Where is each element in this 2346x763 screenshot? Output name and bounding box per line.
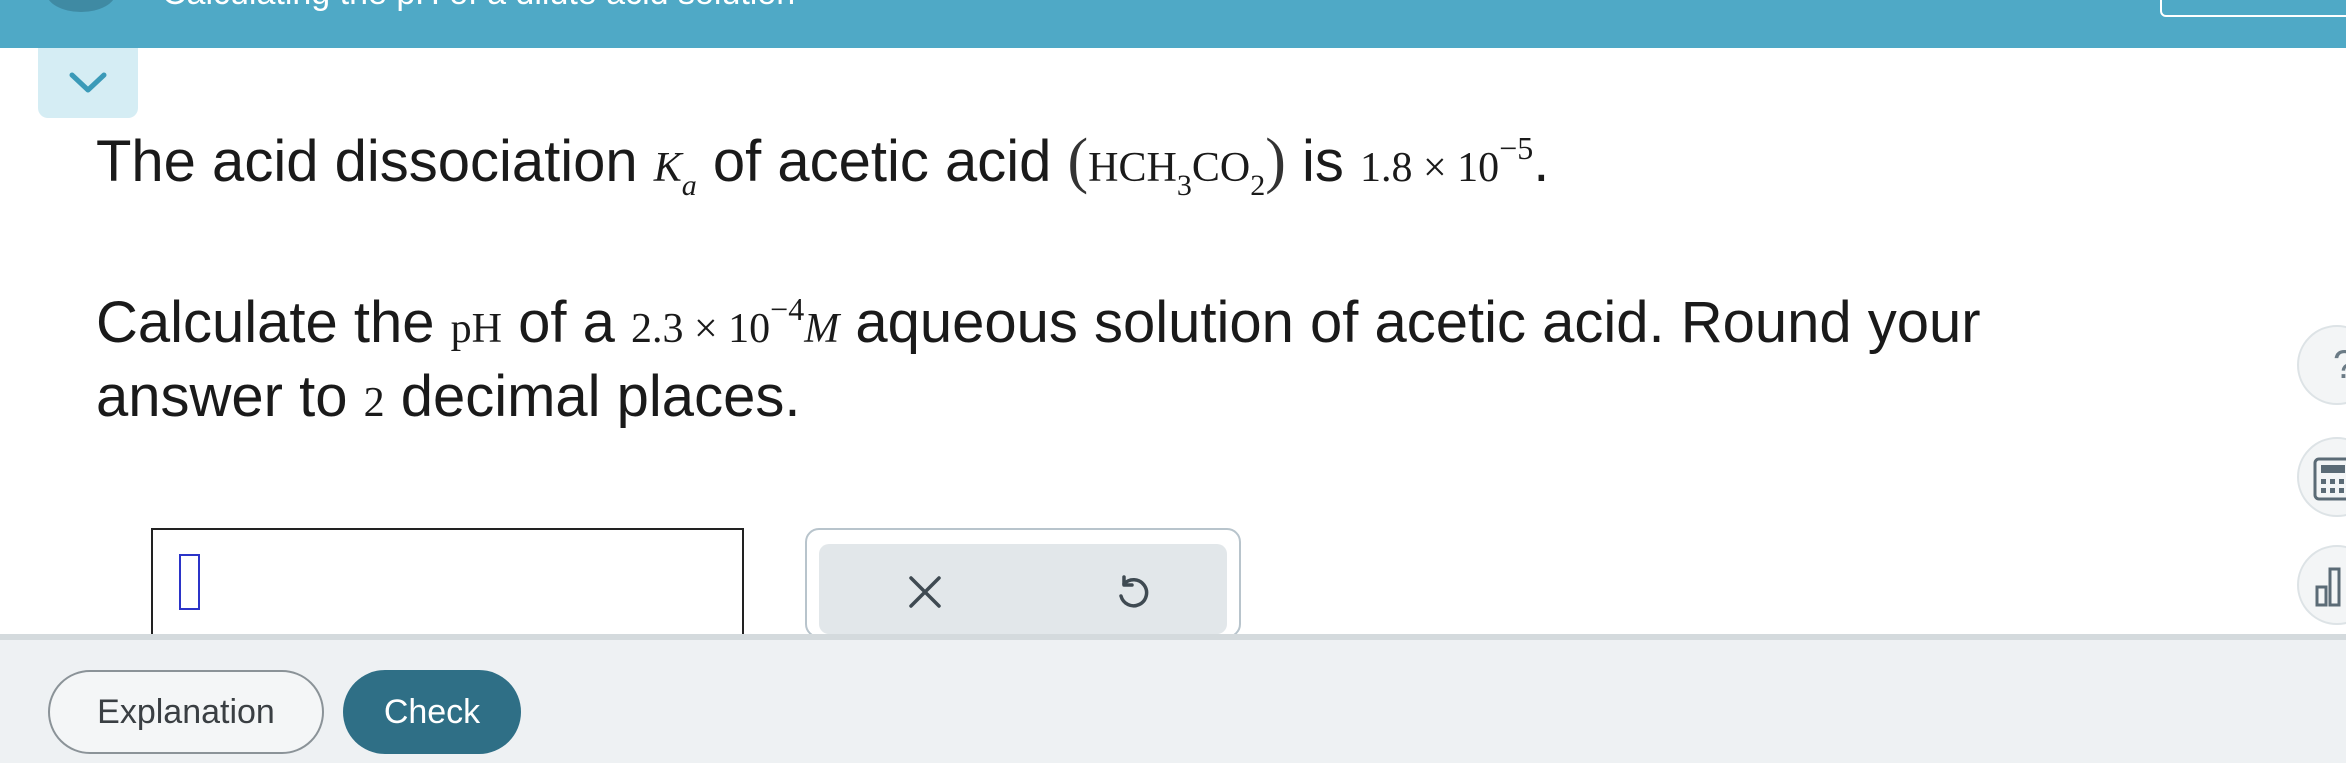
text: The acid dissociation xyxy=(96,129,654,194)
formula-part: CO xyxy=(1191,145,1251,191)
conc-coefficient: 2.3 × 10 xyxy=(630,306,771,352)
collapse-toggle[interactable] xyxy=(38,48,138,118)
ka-symbol: Ka xyxy=(653,145,697,202)
calculator-icon xyxy=(2313,457,2346,501)
x-icon xyxy=(909,576,941,608)
check-button[interactable]: Check xyxy=(343,670,521,754)
question-line-1: The acid dissociation Ka of acetic acid … xyxy=(96,124,1549,209)
paren-close: ) xyxy=(1265,127,1286,195)
bar-chart-icon xyxy=(2315,567,2341,607)
question-line-2: Calculate the pH of a 2.3 × 10−4M aqueou… xyxy=(96,286,1981,368)
formula-subscript: 2 xyxy=(1250,169,1266,202)
ka-k: K xyxy=(653,145,682,191)
top-bar: Calculating the pH of a dilute acid solu… xyxy=(0,0,2346,48)
ph-symbol: pH xyxy=(450,306,502,352)
ka-exponent: −5 xyxy=(1499,130,1534,166)
chevron-down-icon xyxy=(69,72,107,93)
clear-button[interactable] xyxy=(907,574,943,615)
undo-icon xyxy=(1119,575,1149,608)
footer-bar: Explanation Check xyxy=(0,634,2346,763)
conc-exponent: −4 xyxy=(770,291,805,327)
input-cursor xyxy=(179,554,200,610)
tool-panel-inner xyxy=(819,544,1227,634)
formula-part: HCH xyxy=(1088,145,1177,191)
tool-panel xyxy=(805,528,1241,638)
formula: (HCH3CO2) xyxy=(1068,127,1286,202)
period: . xyxy=(1533,129,1550,194)
paren-open: ( xyxy=(1067,127,1089,195)
text: of acetic acid xyxy=(696,129,1068,194)
help-icon: ? xyxy=(2333,343,2346,388)
ka-subscript: a xyxy=(681,169,697,202)
text: decimal places. xyxy=(384,364,801,429)
text: of a xyxy=(502,290,631,355)
text: is xyxy=(1285,129,1360,194)
text: aqueous solution of acetic acid. Round y… xyxy=(839,290,1981,355)
topic-avatar[interactable] xyxy=(46,0,116,12)
ka-value: 1.8 × 10−5 xyxy=(1360,130,1533,191)
text: answer to xyxy=(96,364,364,429)
ka-coefficient: 1.8 × 10 xyxy=(1360,145,1500,191)
text: Calculate the xyxy=(96,290,451,355)
top-right-button[interactable] xyxy=(2160,0,2346,17)
topic-title: Calculating the pH of a dilute acid solu… xyxy=(162,0,795,13)
question-line-3: answer to 2 decimal places. xyxy=(96,360,800,440)
formula-subscript: 3 xyxy=(1176,169,1192,202)
calculator-button[interactable] xyxy=(2297,437,2346,517)
concentration: 2.3 × 10−4M xyxy=(630,291,840,352)
answer-input[interactable] xyxy=(151,528,744,638)
undo-button[interactable] xyxy=(1114,574,1152,617)
periodic-chart-button[interactable] xyxy=(2297,545,2346,625)
help-button[interactable]: ? xyxy=(2297,325,2346,405)
explanation-button[interactable]: Explanation xyxy=(48,670,324,754)
decimal-count: 2 xyxy=(363,380,385,426)
conc-unit: M xyxy=(804,306,840,352)
